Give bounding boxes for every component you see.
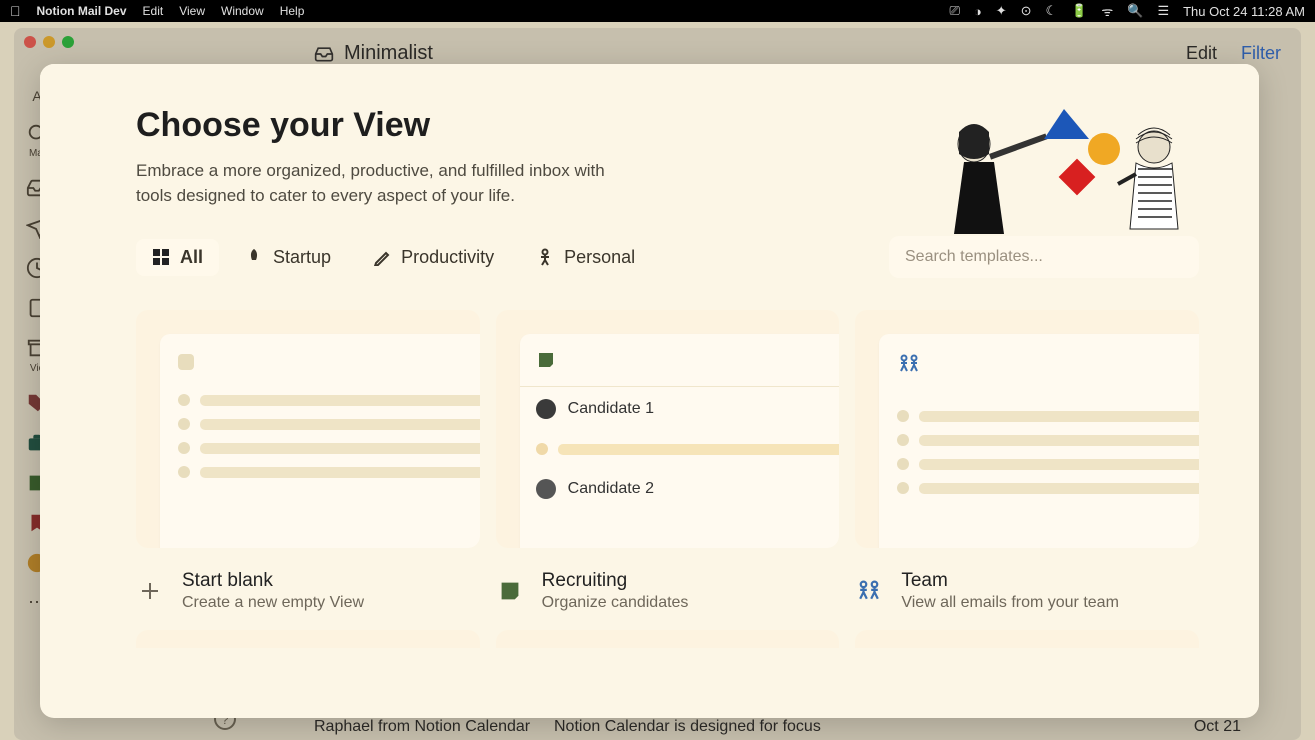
tab-personal[interactable]: Personal [520, 239, 651, 276]
app-window: A Mai Vie ⋯ Minimalist Edit Filter ? Rap… [14, 28, 1301, 740]
rocket-icon [245, 248, 263, 266]
wifi-icon[interactable]: ᯤ [1101, 2, 1113, 20]
card-title: Team [901, 570, 1119, 592]
status-icon[interactable]: ✦ [996, 3, 1007, 19]
apple-icon[interactable]:  [10, 3, 21, 19]
candidate-row: Candidate 2 [536, 467, 840, 511]
status-icon[interactable]: ⊙ [1021, 3, 1032, 19]
template-category-tabs: All Startup Productivity Personal [136, 239, 651, 276]
app-name[interactable]: Notion Mail Dev [37, 4, 127, 18]
note-icon [536, 350, 556, 370]
moon-icon[interactable]: ☾ [1046, 3, 1058, 19]
tab-all[interactable]: All [136, 239, 219, 276]
tab-startup[interactable]: Startup [229, 239, 347, 276]
status-icon[interactable]: ◑ [974, 4, 982, 19]
tab-label: Startup [273, 247, 331, 268]
menu-view[interactable]: View [179, 4, 205, 18]
plus-icon [136, 577, 164, 605]
team-icon [855, 577, 883, 605]
template-card-peek[interactable] [496, 630, 840, 648]
card-subtitle: View all emails from your team [901, 594, 1119, 612]
macos-menubar:  Notion Mail Dev Edit View Window Help … [0, 0, 1315, 22]
template-card-peek[interactable] [136, 630, 480, 648]
template-card-start-blank[interactable]: Start blank Create a new empty View [136, 310, 480, 612]
search-templates-input[interactable] [889, 236, 1199, 278]
tab-productivity[interactable]: Productivity [357, 239, 510, 276]
candidate-name: Candidate 2 [568, 480, 654, 498]
tab-label: All [180, 247, 203, 268]
menubar-clock[interactable]: Thu Oct 24 11:28 AM [1183, 4, 1305, 19]
search-icon[interactable]: 🔍 [1127, 3, 1143, 19]
control-center-icon[interactable]: ☰ [1157, 3, 1169, 19]
team-icon [897, 354, 921, 374]
note-icon [496, 577, 524, 605]
candidate-row: Candidate 1 [536, 387, 840, 431]
grid-icon [152, 248, 170, 266]
modal-subtitle: Embrace a more organized, productive, an… [136, 159, 636, 208]
choose-view-modal: Choose your View Embrace a more organize… [40, 64, 1259, 718]
avatar-icon [536, 399, 556, 419]
header-illustration [909, 94, 1209, 244]
candidate-name: Candidate 1 [568, 400, 654, 418]
menu-edit[interactable]: Edit [143, 4, 164, 18]
menu-window[interactable]: Window [221, 4, 264, 18]
battery-icon[interactable]: 🔋 [1071, 3, 1087, 19]
template-card-peek[interactable] [855, 630, 1199, 648]
tab-label: Productivity [401, 247, 494, 268]
menu-help[interactable]: Help [280, 4, 305, 18]
template-card-recruiting[interactable]: Candidate 1 Candidate 2 [496, 310, 840, 612]
avatar-icon [536, 479, 556, 499]
card-subtitle: Organize candidates [542, 594, 689, 612]
status-icon[interactable]: ⎚ [949, 3, 959, 19]
card-title: Recruiting [542, 570, 689, 592]
card-subtitle: Create a new empty View [182, 594, 364, 612]
pencil-icon [373, 248, 391, 266]
tab-label: Personal [564, 247, 635, 268]
person-icon [536, 248, 554, 266]
card-title: Start blank [182, 570, 364, 592]
template-card-team[interactable]: Team View all emails from your team [855, 310, 1199, 612]
